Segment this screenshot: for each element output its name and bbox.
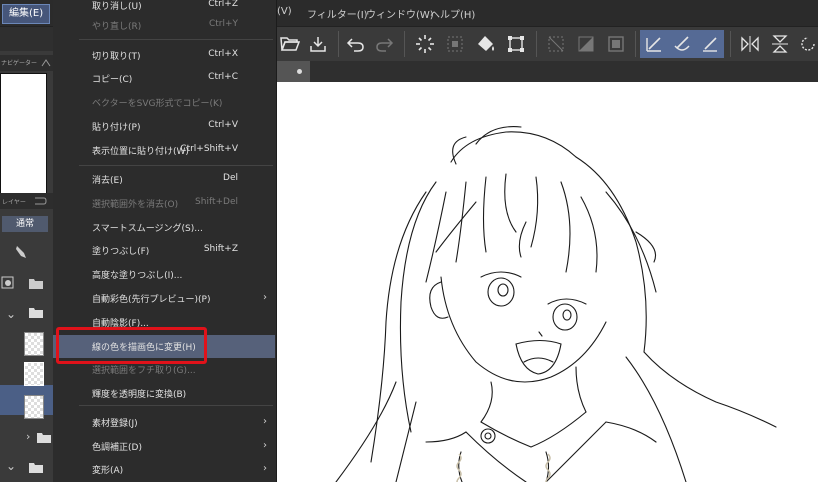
menu-item-register-material[interactable]: 素材登録(J) › xyxy=(53,411,275,434)
snap-ruler-icon[interactable] xyxy=(640,30,668,58)
submenu-arrow-icon: › xyxy=(263,416,267,427)
layer-property-icon[interactable] xyxy=(32,194,48,208)
deselect-icon[interactable] xyxy=(542,30,570,58)
folder-icon xyxy=(37,433,51,443)
menu-item-clear-outside[interactable]: 選択範囲外を消去(O) Shift+Del xyxy=(53,192,275,215)
drawing-canvas[interactable] xyxy=(276,82,818,482)
line-art-illustration xyxy=(335,126,777,482)
menu-window[interactable]: ウィンドウ(W) xyxy=(366,6,434,21)
menu-item-luminance-to-transparency[interactable]: 輝度を透明度に変換(B) xyxy=(53,382,275,405)
folder-icon xyxy=(29,308,43,318)
tab-navigator[interactable]: ナビゲーター xyxy=(1,58,37,67)
snap-grid-icon[interactable] xyxy=(696,30,724,58)
flip-horizontal-icon[interactable] xyxy=(736,30,764,58)
layer-tab-bar: レイヤー xyxy=(0,193,53,209)
show-selection-icon[interactable] xyxy=(602,30,630,58)
layer-thumbnail[interactable] xyxy=(24,332,44,356)
fill-icon[interactable] xyxy=(472,30,500,58)
menu-item-copy-vector-svg[interactable]: ベクターをSVG形式でコピー(K) xyxy=(53,91,275,114)
menu-item-tonal-correction[interactable]: 色調補正(D) › xyxy=(53,435,275,458)
menu-edit[interactable]: 編集(E) xyxy=(2,4,51,24)
menu-separator xyxy=(79,165,273,166)
folder-icon xyxy=(29,463,43,473)
blend-mode-select[interactable]: 通常 xyxy=(2,216,48,232)
invert-selection-icon[interactable] xyxy=(572,30,600,58)
new-raster-layer-icon[interactable] xyxy=(0,275,16,291)
new-folder-icon[interactable] xyxy=(28,275,44,291)
panel-menu-icon[interactable] xyxy=(40,57,52,69)
edit-dropdown-menu: 取り消し(U) Ctrl+Z やり直し(R) Ctrl+Y 切り取り(T) Ct… xyxy=(53,0,277,482)
menu-filter[interactable]: フィルター(I) xyxy=(307,6,368,21)
menu-item-auto-coloring[interactable]: 自動彩色(先行プレビュー)(P) › xyxy=(53,287,275,310)
flip-vertical-icon[interactable] xyxy=(766,30,794,58)
document-tab[interactable] xyxy=(276,61,310,82)
menu-item-fill[interactable]: 塗りつぶし(F) Shift+Z xyxy=(53,239,275,262)
folder-collapse-chevron-icon[interactable]: ⌄ xyxy=(6,459,16,473)
navigator-preview[interactable] xyxy=(0,73,47,205)
menu-separator xyxy=(79,39,273,40)
snap-special-ruler-icon[interactable] xyxy=(668,30,696,58)
folder-collapse-chevron-icon[interactable]: ⌄ xyxy=(6,307,16,321)
folder-expand-chevron-icon[interactable]: › xyxy=(26,430,30,443)
menu-item-redo[interactable]: やり直し(R) Ctrl+Y xyxy=(53,14,275,37)
navigator-tab-bar: ナビゲーター xyxy=(0,55,53,71)
command-bar xyxy=(276,27,818,62)
folder-open-icon[interactable] xyxy=(276,30,304,58)
transform-icon[interactable] xyxy=(502,30,530,58)
menu-item-copy[interactable]: コピー(C) Ctrl+C xyxy=(53,67,275,90)
pen-layer-icon[interactable] xyxy=(14,244,30,260)
submenu-arrow-icon: › xyxy=(263,463,267,474)
menu-item-paste-in-place[interactable]: 表示位置に貼り付け(W) Ctrl+Shift+V xyxy=(53,139,275,162)
clear-icon[interactable] xyxy=(411,30,439,58)
rotate-icon[interactable] xyxy=(794,30,818,58)
menu-item-paste[interactable]: 貼り付け(P) Ctrl+V xyxy=(53,115,275,138)
submenu-arrow-icon: › xyxy=(263,292,267,303)
undo-icon[interactable] xyxy=(342,30,370,58)
menu-item-cut[interactable]: 切り取り(T) Ctrl+X xyxy=(53,44,275,67)
panel-toolstrip xyxy=(0,27,53,51)
menu-item-clear[interactable]: 消去(E) Del xyxy=(53,168,275,191)
menu-view[interactable]: (V) xyxy=(277,6,292,17)
menu-help[interactable]: ヘルプ(H) xyxy=(430,6,475,21)
unsaved-dot-icon xyxy=(297,69,302,74)
menu-separator xyxy=(79,405,273,406)
redo-icon[interactable] xyxy=(370,30,398,58)
save-icon[interactable] xyxy=(304,30,332,58)
left-dock-panel: ナビゲーター レイヤー 通常 ⌄ › ⌄ xyxy=(0,27,53,482)
clear-outside-icon[interactable] xyxy=(441,30,469,58)
menu-item-smart-smoothing[interactable]: スマートスムージング(S)... xyxy=(53,216,275,239)
highlight-annotation-box xyxy=(56,327,207,364)
tab-layer[interactable]: レイヤー xyxy=(2,197,26,206)
document-tab-bar xyxy=(276,61,818,82)
submenu-arrow-icon: › xyxy=(263,440,267,451)
layer-thumbnail-selected[interactable] xyxy=(24,362,44,386)
layer-thumbnail[interactable] xyxy=(24,395,44,419)
menu-item-advanced-fill[interactable]: 高度な塗りつぶし(I)... xyxy=(53,263,275,286)
menu-item-transform[interactable]: 変形(A) › xyxy=(53,458,275,481)
